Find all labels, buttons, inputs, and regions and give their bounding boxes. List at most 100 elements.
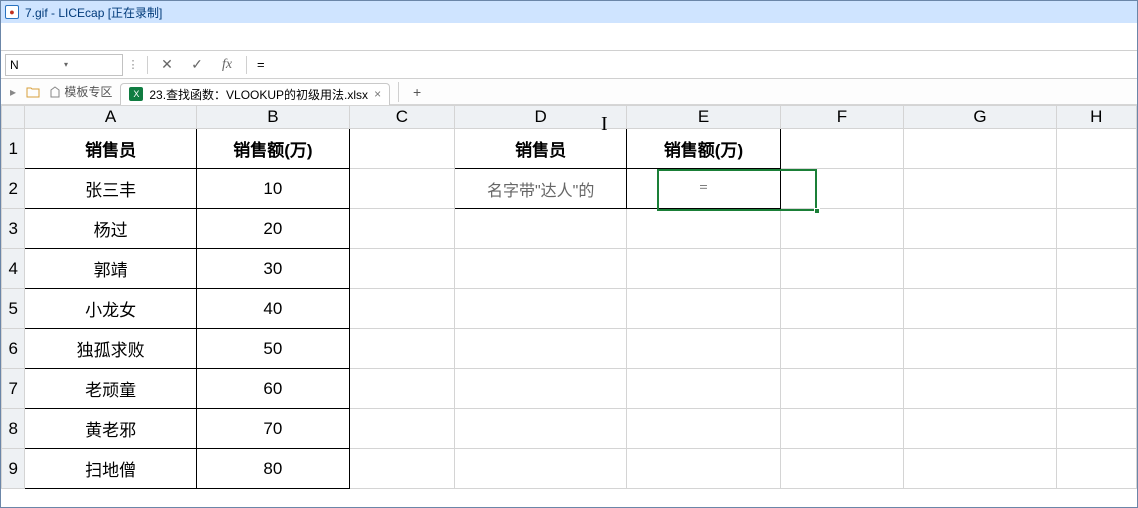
- dots-icon[interactable]: ⋮: [125, 54, 141, 76]
- cell-E1[interactable]: 销售额(万): [627, 129, 780, 169]
- cell-C4[interactable]: [349, 249, 454, 289]
- cell-F1[interactable]: [780, 129, 904, 169]
- formula-input[interactable]: [251, 54, 1137, 76]
- cell-C2[interactable]: [349, 169, 454, 209]
- cell-A4[interactable]: 郭靖: [25, 249, 196, 289]
- cell-B8[interactable]: 70: [196, 409, 349, 449]
- cell-F5[interactable]: [780, 289, 904, 329]
- template-area-button[interactable]: 模板专区: [45, 83, 116, 100]
- cell-C5[interactable]: [349, 289, 454, 329]
- cell-G5[interactable]: [904, 289, 1056, 329]
- cell-D7[interactable]: [454, 369, 627, 409]
- cell-H4[interactable]: [1056, 249, 1136, 289]
- cell-E2-edit-input[interactable]: [628, 170, 778, 207]
- row-header-2[interactable]: 2: [2, 169, 25, 209]
- cell-H1[interactable]: [1056, 129, 1136, 169]
- cell-B6[interactable]: 50: [196, 329, 349, 369]
- cell-E4[interactable]: [627, 249, 780, 289]
- cell-E6[interactable]: [627, 329, 780, 369]
- cell-E7[interactable]: [627, 369, 780, 409]
- cell-E9[interactable]: [627, 449, 780, 489]
- cell-H7[interactable]: [1056, 369, 1136, 409]
- cell-H8[interactable]: [1056, 409, 1136, 449]
- cell-E5[interactable]: [627, 289, 780, 329]
- confirm-button[interactable]: ✓: [182, 54, 212, 76]
- file-tab[interactable]: X 23.查找函数：VLOOKUP的初级用法.xlsx ×: [120, 83, 390, 105]
- cell-C7[interactable]: [349, 369, 454, 409]
- cell-H2[interactable]: [1056, 169, 1136, 209]
- select-all-corner[interactable]: [2, 106, 25, 129]
- cell-A5[interactable]: 小龙女: [25, 289, 196, 329]
- cell-G1[interactable]: [904, 129, 1056, 169]
- cell-F2[interactable]: [780, 169, 904, 209]
- cell-B9[interactable]: 80: [196, 449, 349, 489]
- nav-back-icon[interactable]: ▸: [5, 85, 21, 99]
- cell-G9[interactable]: [904, 449, 1056, 489]
- cell-C3[interactable]: [349, 209, 454, 249]
- cell-D6[interactable]: [454, 329, 627, 369]
- cell-D9[interactable]: [454, 449, 627, 489]
- cell-E3[interactable]: [627, 209, 780, 249]
- cell-A8[interactable]: 黄老邪: [25, 409, 196, 449]
- name-box-dropdown-icon[interactable]: ▾: [64, 60, 118, 69]
- cell-C9[interactable]: [349, 449, 454, 489]
- cell-C8[interactable]: [349, 409, 454, 449]
- cell-D5[interactable]: [454, 289, 627, 329]
- cell-G3[interactable]: [904, 209, 1056, 249]
- spreadsheet-grid[interactable]: A B C D E F G H 1 销售员 销售额(万) 销售员 销售额(万): [1, 105, 1137, 507]
- cell-G7[interactable]: [904, 369, 1056, 409]
- cell-H3[interactable]: [1056, 209, 1136, 249]
- name-box[interactable]: N ▾: [5, 54, 123, 76]
- cell-F6[interactable]: [780, 329, 904, 369]
- cell-A7[interactable]: 老顽童: [25, 369, 196, 409]
- cell-B4[interactable]: 30: [196, 249, 349, 289]
- cell-D1[interactable]: 销售员: [454, 129, 627, 169]
- cell-E2[interactable]: [627, 169, 780, 209]
- col-header-B[interactable]: B: [196, 106, 349, 129]
- fill-handle[interactable]: [814, 208, 820, 214]
- row-header-7[interactable]: 7: [2, 369, 25, 409]
- folder-icon[interactable]: [25, 85, 41, 99]
- cell-B3[interactable]: 20: [196, 209, 349, 249]
- cell-F7[interactable]: [780, 369, 904, 409]
- cell-G6[interactable]: [904, 329, 1056, 369]
- row-header-9[interactable]: 9: [2, 449, 25, 489]
- cell-F8[interactable]: [780, 409, 904, 449]
- cell-B1[interactable]: 销售额(万): [196, 129, 349, 169]
- cell-B7[interactable]: 60: [196, 369, 349, 409]
- cell-H6[interactable]: [1056, 329, 1136, 369]
- tab-close-button[interactable]: ×: [374, 87, 381, 101]
- cell-E8[interactable]: [627, 409, 780, 449]
- cell-G4[interactable]: [904, 249, 1056, 289]
- col-header-E[interactable]: E: [627, 106, 780, 129]
- row-header-6[interactable]: 6: [2, 329, 25, 369]
- row-header-4[interactable]: 4: [2, 249, 25, 289]
- cell-C1[interactable]: [349, 129, 454, 169]
- row-header-5[interactable]: 5: [2, 289, 25, 329]
- cell-A6[interactable]: 独孤求败: [25, 329, 196, 369]
- cell-D2[interactable]: 名字带"达人"的: [454, 169, 627, 209]
- cell-H9[interactable]: [1056, 449, 1136, 489]
- fx-button[interactable]: fx: [212, 54, 242, 76]
- cell-D4[interactable]: [454, 249, 627, 289]
- cell-D8[interactable]: [454, 409, 627, 449]
- cell-G8[interactable]: [904, 409, 1056, 449]
- add-tab-button[interactable]: +: [407, 82, 427, 102]
- cell-B5[interactable]: 40: [196, 289, 349, 329]
- cell-C6[interactable]: [349, 329, 454, 369]
- row-header-1[interactable]: 1: [2, 129, 25, 169]
- cell-F3[interactable]: [780, 209, 904, 249]
- cell-F9[interactable]: [780, 449, 904, 489]
- col-header-G[interactable]: G: [904, 106, 1056, 129]
- col-header-A[interactable]: A: [25, 106, 196, 129]
- col-header-C[interactable]: C: [349, 106, 454, 129]
- cell-A9[interactable]: 扫地僧: [25, 449, 196, 489]
- cancel-button[interactable]: ✕: [152, 54, 182, 76]
- cell-H5[interactable]: [1056, 289, 1136, 329]
- cell-A2[interactable]: 张三丰: [25, 169, 196, 209]
- row-header-8[interactable]: 8: [2, 409, 25, 449]
- cell-A3[interactable]: 杨过: [25, 209, 196, 249]
- cell-D3[interactable]: [454, 209, 627, 249]
- cell-B2[interactable]: 10: [196, 169, 349, 209]
- col-header-H[interactable]: H: [1056, 106, 1136, 129]
